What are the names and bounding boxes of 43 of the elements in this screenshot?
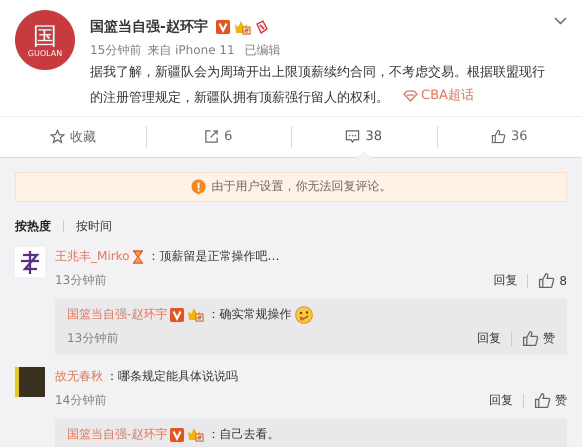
comment-text: ：自己去看。	[207, 426, 280, 443]
reply-link[interactable]: 回复	[493, 272, 518, 289]
like-button[interactable]: 赞	[522, 330, 555, 347]
post-text: 据我了解，新疆队会为周琦开出上限顶薪续约合同，不考虑交易。根据联盟现行的注册管理规定，新疆队拥有顶薪强行留人的权利。 CBA超话	[90, 64, 546, 109]
chevron-down-icon[interactable]	[554, 17, 567, 25]
favorite-button[interactable]: 收藏	[0, 116, 146, 156]
crown-badge-icon	[234, 20, 251, 34]
reply-link[interactable]: 回复	[489, 392, 513, 409]
sort-tab[interactable]: 按时间	[76, 218, 112, 234]
comment-text: ：哪条规定能具体说说吗	[106, 368, 238, 385]
photo-placeholder[interactable]	[15, 366, 45, 396]
comment-text: ：顶薪留是正常操作吧…	[147, 248, 280, 265]
thumbs-up-icon	[534, 392, 551, 409]
commenter-avatar[interactable]	[15, 246, 45, 276]
crown-badge-icon	[187, 307, 204, 322]
notice-text: 由于用户设置，你无法回复评论。	[212, 178, 392, 195]
comment-time: 14分钟前	[55, 392, 108, 409]
post-source: 来自 iPhone 11	[147, 42, 235, 59]
thumbs-up-icon	[522, 330, 539, 347]
comment-icon	[345, 129, 360, 144]
comment-time: 13分钟前	[55, 272, 108, 289]
verified-badge-icon	[170, 428, 184, 442]
crown-badge-icon	[187, 427, 204, 442]
thumbs-up-icon	[490, 129, 506, 144]
star-icon	[50, 129, 65, 144]
like-button[interactable]: 8	[538, 272, 567, 289]
warning-icon	[190, 178, 206, 194]
comment-text: ：确实常规操作	[207, 306, 292, 323]
comment-time: 13分钟前	[67, 330, 120, 347]
diamond-icon	[403, 90, 418, 102]
thumbs-up-icon	[538, 272, 556, 289]
like-button[interactable]: 赞	[534, 392, 567, 409]
hourglass-badge-icon	[132, 250, 144, 264]
share-icon	[204, 129, 220, 144]
reply-link[interactable]: 回复	[477, 330, 501, 347]
verified-badge-icon	[216, 20, 230, 34]
scroll-badge-icon	[254, 20, 269, 34]
profile-avatar[interactable]: 国 GUOLAN	[15, 10, 75, 70]
post-time: 15分钟前	[90, 42, 142, 59]
edited-label: 已编辑	[244, 42, 281, 59]
sort-tab[interactable]: 按热度	[15, 218, 51, 234]
verified-badge-icon	[170, 308, 184, 322]
author-name[interactable]: 国篮当自强-赵环宇	[90, 18, 208, 36]
